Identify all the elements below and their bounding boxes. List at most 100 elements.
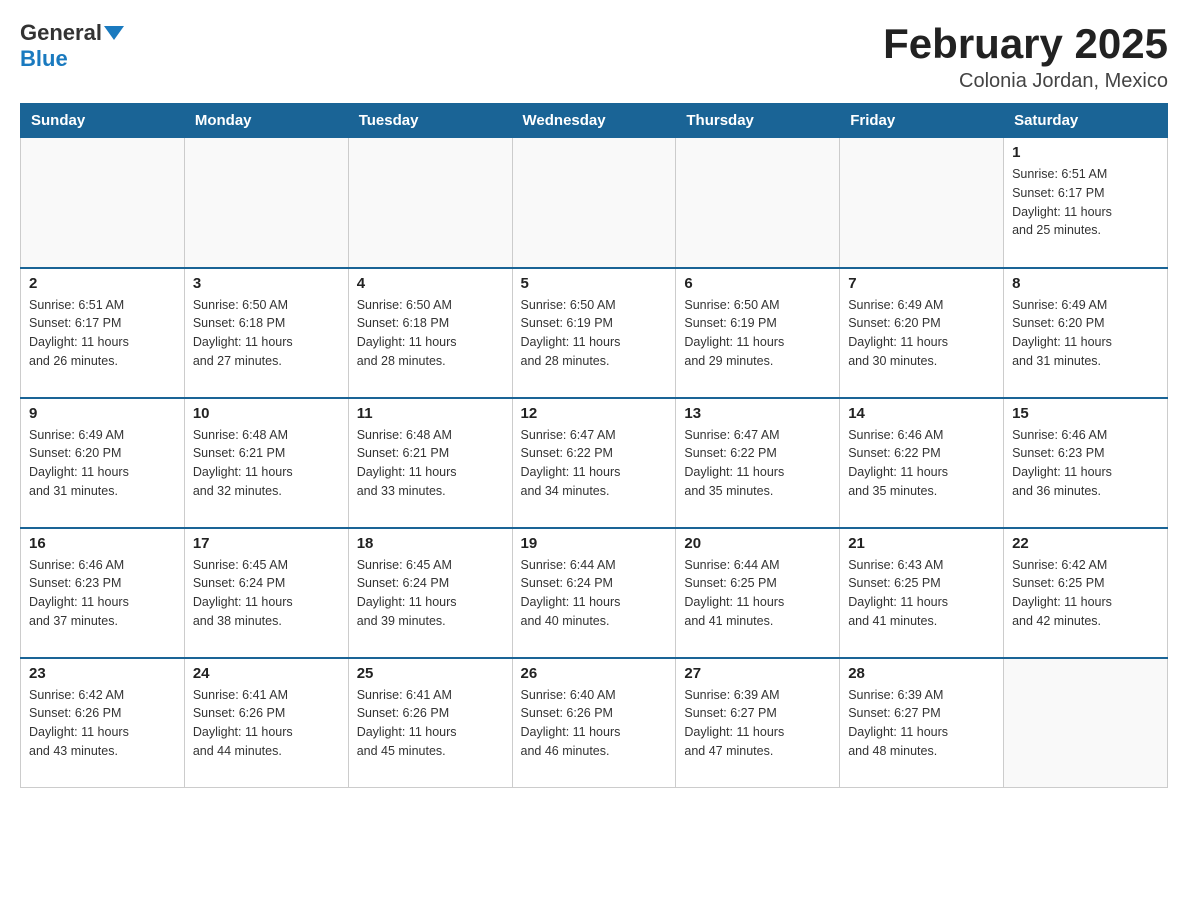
day-info: Sunrise: 6:43 AM Sunset: 6:25 PM Dayligh…: [848, 556, 995, 631]
day-of-week-header: Thursday: [676, 104, 840, 138]
calendar-day-cell: [1004, 658, 1168, 788]
calendar-day-cell: 7 Sunrise: 6:49 AM Sunset: 6:20 PM Daylig…: [840, 268, 1004, 398]
day-info: Sunrise: 6:49 AM Sunset: 6:20 PM Dayligh…: [29, 426, 176, 501]
calendar-day-cell: 3 Sunrise: 6:50 AM Sunset: 6:18 PM Daylig…: [184, 268, 348, 398]
day-number: 17: [193, 535, 340, 552]
logo-general-text: General: [20, 20, 102, 46]
day-info: Sunrise: 6:47 AM Sunset: 6:22 PM Dayligh…: [684, 426, 831, 501]
month-title: February 2025: [883, 20, 1168, 68]
location-text: Colonia Jordan, Mexico: [883, 70, 1168, 93]
calendar-day-cell: 21 Sunrise: 6:43 AM Sunset: 6:25 PM Dayli…: [840, 528, 1004, 658]
day-number: 7: [848, 275, 995, 292]
calendar-day-cell: [184, 138, 348, 268]
day-info: Sunrise: 6:40 AM Sunset: 6:26 PM Dayligh…: [521, 686, 668, 761]
day-info: Sunrise: 6:49 AM Sunset: 6:20 PM Dayligh…: [1012, 296, 1159, 371]
calendar-day-cell: 19Sunrise: 6:44 AM Sunset: 6:24 PM Dayli…: [512, 528, 676, 658]
calendar-day-cell: 16Sunrise: 6:46 AM Sunset: 6:23 PM Dayli…: [21, 528, 185, 658]
title-block: February 2025 Colonia Jordan, Mexico: [883, 20, 1168, 93]
calendar-day-cell: 12 Sunrise: 6:47 AM Sunset: 6:22 PM Dayli…: [512, 398, 676, 528]
day-of-week-header: Sunday: [21, 104, 185, 138]
calendar-day-cell: 6Sunrise: 6:50 AM Sunset: 6:19 PM Daylig…: [676, 268, 840, 398]
day-number: 21: [848, 535, 995, 552]
day-number: 27: [684, 665, 831, 682]
day-info: Sunrise: 6:46 AM Sunset: 6:23 PM Dayligh…: [29, 556, 176, 631]
calendar-day-cell: [840, 138, 1004, 268]
calendar-day-cell: 25 Sunrise: 6:41 AM Sunset: 6:26 PM Dayli…: [348, 658, 512, 788]
day-number: 20: [684, 535, 831, 552]
day-info: Sunrise: 6:42 AM Sunset: 6:26 PM Dayligh…: [29, 686, 176, 761]
calendar-day-cell: 13 Sunrise: 6:47 AM Sunset: 6:22 PM Dayli…: [676, 398, 840, 528]
day-info: Sunrise: 6:46 AM Sunset: 6:22 PM Dayligh…: [848, 426, 995, 501]
day-info: Sunrise: 6:50 AM Sunset: 6:19 PM Dayligh…: [521, 296, 668, 371]
day-info: Sunrise: 6:51 AM Sunset: 6:17 PM Dayligh…: [1012, 165, 1159, 240]
day-info: Sunrise: 6:49 AM Sunset: 6:20 PM Dayligh…: [848, 296, 995, 371]
day-info: Sunrise: 6:51 AM Sunset: 6:17 PM Dayligh…: [29, 296, 176, 371]
calendar-day-cell: 5 Sunrise: 6:50 AM Sunset: 6:19 PM Daylig…: [512, 268, 676, 398]
calendar-day-cell: 24 Sunrise: 6:41 AM Sunset: 6:26 PM Dayli…: [184, 658, 348, 788]
day-number: 24: [193, 665, 340, 682]
day-info: Sunrise: 6:45 AM Sunset: 6:24 PM Dayligh…: [193, 556, 340, 631]
day-info: Sunrise: 6:48 AM Sunset: 6:21 PM Dayligh…: [357, 426, 504, 501]
day-number: 14: [848, 405, 995, 422]
day-info: Sunrise: 6:39 AM Sunset: 6:27 PM Dayligh…: [848, 686, 995, 761]
calendar-day-cell: 10 Sunrise: 6:48 AM Sunset: 6:21 PM Dayli…: [184, 398, 348, 528]
calendar-day-cell: 11 Sunrise: 6:48 AM Sunset: 6:21 PM Dayli…: [348, 398, 512, 528]
day-info: Sunrise: 6:47 AM Sunset: 6:22 PM Dayligh…: [521, 426, 668, 501]
day-number: 11: [357, 405, 504, 422]
calendar-day-cell: 20Sunrise: 6:44 AM Sunset: 6:25 PM Dayli…: [676, 528, 840, 658]
day-number: 10: [193, 405, 340, 422]
calendar-day-cell: 22 Sunrise: 6:42 AM Sunset: 6:25 PM Dayli…: [1004, 528, 1168, 658]
day-of-week-header: Saturday: [1004, 104, 1168, 138]
day-info: Sunrise: 6:46 AM Sunset: 6:23 PM Dayligh…: [1012, 426, 1159, 501]
day-info: Sunrise: 6:41 AM Sunset: 6:26 PM Dayligh…: [357, 686, 504, 761]
calendar-day-cell: 14 Sunrise: 6:46 AM Sunset: 6:22 PM Dayli…: [840, 398, 1004, 528]
calendar-day-cell: [21, 138, 185, 268]
day-of-week-header: Wednesday: [512, 104, 676, 138]
day-info: Sunrise: 6:41 AM Sunset: 6:26 PM Dayligh…: [193, 686, 340, 761]
day-number: 13: [684, 405, 831, 422]
calendar-day-cell: 27Sunrise: 6:39 AM Sunset: 6:27 PM Dayli…: [676, 658, 840, 788]
calendar-header-row: SundayMondayTuesdayWednesdayThursdayFrid…: [21, 104, 1168, 138]
calendar-day-cell: 26 Sunrise: 6:40 AM Sunset: 6:26 PM Dayli…: [512, 658, 676, 788]
calendar-week-row: 1 Sunrise: 6:51 AM Sunset: 6:17 PM Daylig…: [21, 138, 1168, 268]
page-header: General Blue February 2025 Colonia Jorda…: [20, 20, 1168, 93]
day-of-week-header: Tuesday: [348, 104, 512, 138]
calendar-week-row: 16Sunrise: 6:46 AM Sunset: 6:23 PM Dayli…: [21, 528, 1168, 658]
day-number: 23: [29, 665, 176, 682]
day-info: Sunrise: 6:48 AM Sunset: 6:21 PM Dayligh…: [193, 426, 340, 501]
calendar-day-cell: 28 Sunrise: 6:39 AM Sunset: 6:27 PM Dayli…: [840, 658, 1004, 788]
day-number: 3: [193, 275, 340, 292]
calendar-week-row: 2 Sunrise: 6:51 AM Sunset: 6:17 PM Daylig…: [21, 268, 1168, 398]
calendar-day-cell: 18Sunrise: 6:45 AM Sunset: 6:24 PM Dayli…: [348, 528, 512, 658]
day-number: 12: [521, 405, 668, 422]
day-number: 26: [521, 665, 668, 682]
calendar-day-cell: 8Sunrise: 6:49 AM Sunset: 6:20 PM Daylig…: [1004, 268, 1168, 398]
day-number: 25: [357, 665, 504, 682]
calendar-day-cell: [676, 138, 840, 268]
calendar-day-cell: 2 Sunrise: 6:51 AM Sunset: 6:17 PM Daylig…: [21, 268, 185, 398]
calendar-week-row: 23 Sunrise: 6:42 AM Sunset: 6:26 PM Dayli…: [21, 658, 1168, 788]
day-number: 4: [357, 275, 504, 292]
logo: General Blue: [20, 20, 124, 72]
day-number: 1: [1012, 144, 1159, 161]
calendar-day-cell: [512, 138, 676, 268]
day-info: Sunrise: 6:45 AM Sunset: 6:24 PM Dayligh…: [357, 556, 504, 631]
calendar-table: SundayMondayTuesdayWednesdayThursdayFrid…: [20, 103, 1168, 788]
calendar-day-cell: 9Sunrise: 6:49 AM Sunset: 6:20 PM Daylig…: [21, 398, 185, 528]
calendar-day-cell: 15 Sunrise: 6:46 AM Sunset: 6:23 PM Dayli…: [1004, 398, 1168, 528]
day-number: 15: [1012, 405, 1159, 422]
day-number: 22: [1012, 535, 1159, 552]
calendar-day-cell: [348, 138, 512, 268]
day-number: 2: [29, 275, 176, 292]
day-info: Sunrise: 6:42 AM Sunset: 6:25 PM Dayligh…: [1012, 556, 1159, 631]
day-number: 28: [848, 665, 995, 682]
day-info: Sunrise: 6:50 AM Sunset: 6:18 PM Dayligh…: [357, 296, 504, 371]
calendar-day-cell: 17 Sunrise: 6:45 AM Sunset: 6:24 PM Dayli…: [184, 528, 348, 658]
calendar-week-row: 9Sunrise: 6:49 AM Sunset: 6:20 PM Daylig…: [21, 398, 1168, 528]
day-of-week-header: Friday: [840, 104, 1004, 138]
calendar-day-cell: 1 Sunrise: 6:51 AM Sunset: 6:17 PM Daylig…: [1004, 138, 1168, 268]
day-of-week-header: Monday: [184, 104, 348, 138]
day-number: 5: [521, 275, 668, 292]
day-info: Sunrise: 6:50 AM Sunset: 6:19 PM Dayligh…: [684, 296, 831, 371]
day-info: Sunrise: 6:50 AM Sunset: 6:18 PM Dayligh…: [193, 296, 340, 371]
